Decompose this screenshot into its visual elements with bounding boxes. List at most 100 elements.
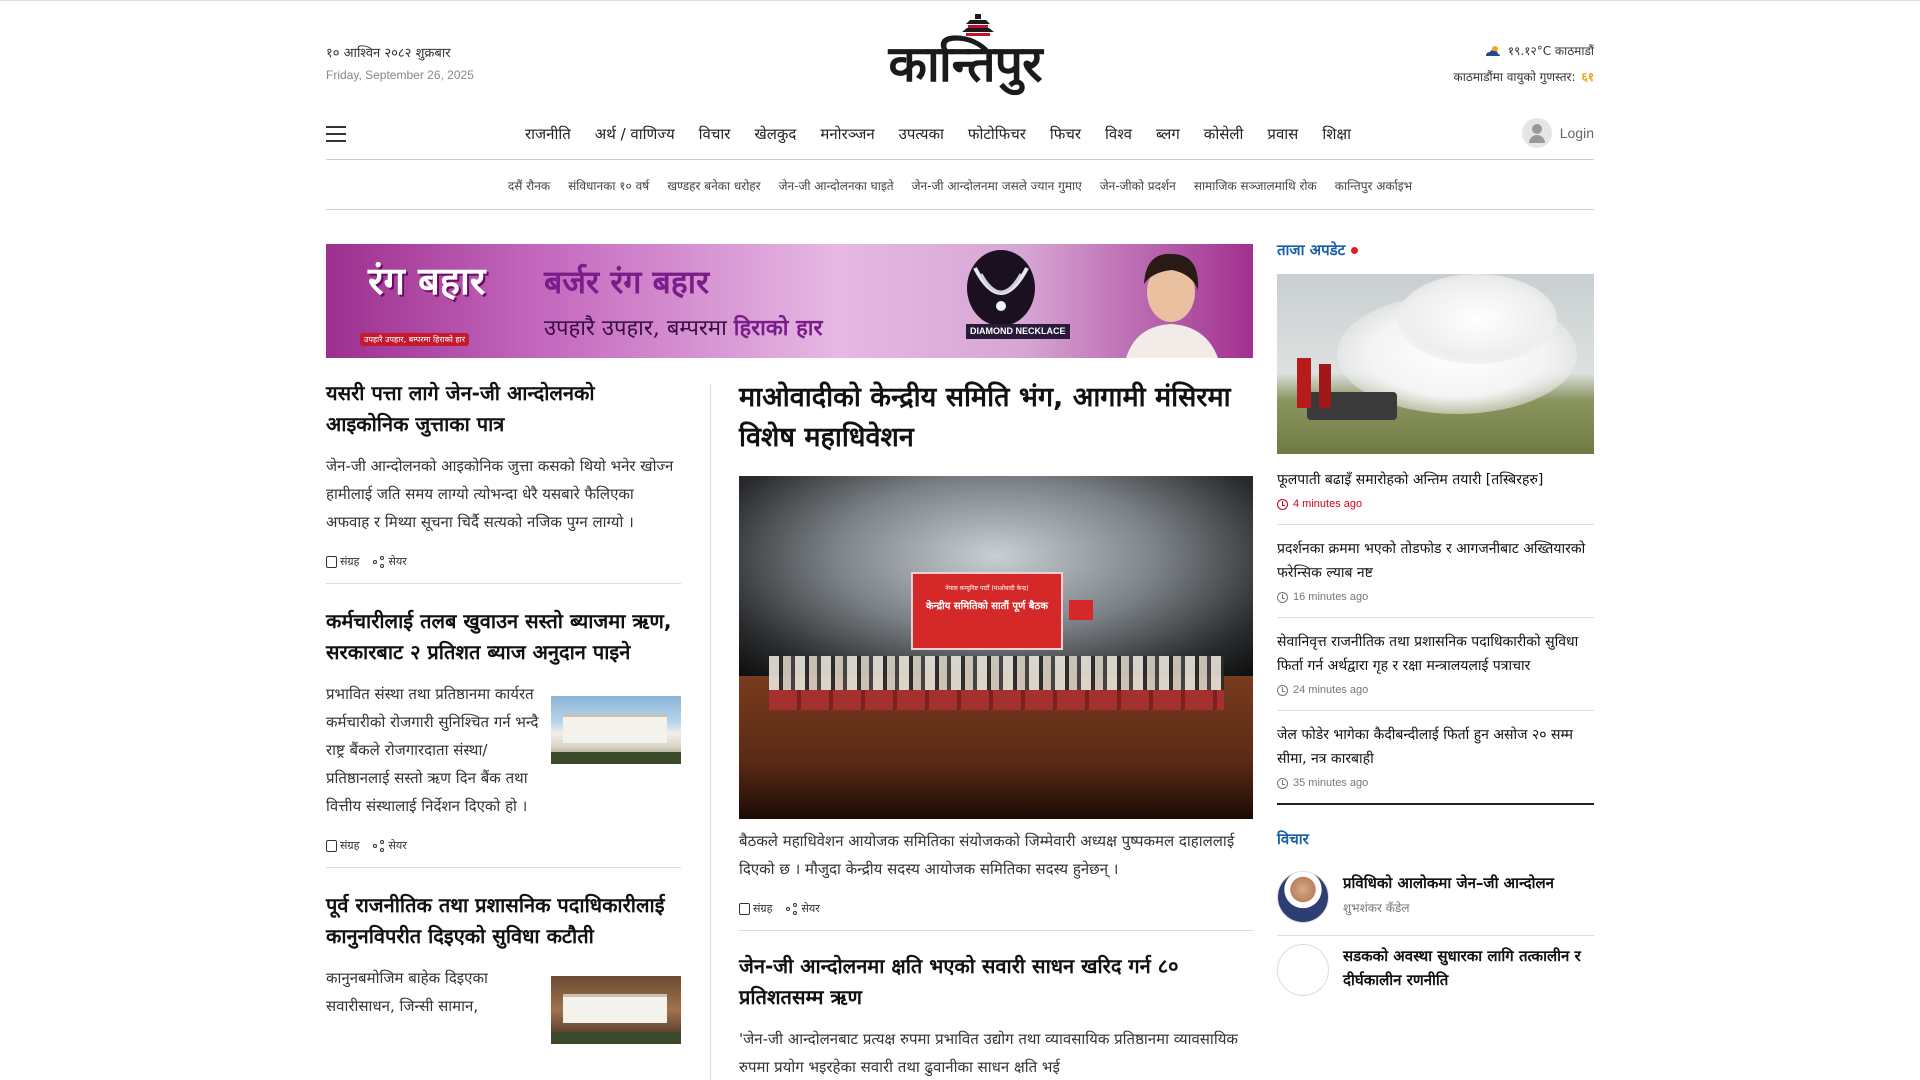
ad-logo-text: रंग बहार [368, 258, 486, 303]
smoke-cloud [1397, 274, 1557, 364]
latest-item-time: 4 minutes ago [1277, 498, 1594, 510]
latest-item[interactable]: जेल फोडेर भागेका कैदीबन्दीलाई फिर्ता हुन… [1277, 711, 1594, 805]
share-label: सेयर [801, 902, 820, 915]
trending-item[interactable]: सामाजिक सञ्जालमाथि रोक [1194, 177, 1317, 194]
lead-summary: बैठकले महाधिवेशन आयोजक समितिका संयोजकको … [739, 832, 1235, 878]
save-button[interactable]: संग्रह [739, 901, 772, 916]
save-button[interactable]: संग्रह [326, 838, 359, 853]
nav-items: राजनीति अर्थ / वाणिज्य विचार खेलकुद मनोर… [513, 124, 1363, 144]
nav-item-world[interactable]: विश्व [1093, 124, 1144, 144]
save-button[interactable]: संग्रह [326, 554, 359, 569]
opinion-title: विचार [1277, 830, 1309, 848]
trending-item[interactable]: दसैं रौनक [508, 177, 550, 194]
opinion-item-title[interactable]: प्रविधिको आलोकमा जेन–जी आन्दोलन [1343, 871, 1554, 895]
nav-item-blog[interactable]: ब्लग [1144, 124, 1192, 144]
nav-item-entertainment[interactable]: मनोरञ्जन [808, 124, 886, 144]
lead-story[interactable]: माओवादीको केन्द्रीय समिति भंग, आगामी मंस… [739, 378, 1253, 931]
center-column: माओवादीको केन्द्रीय समिति भंग, आगामी मंस… [739, 378, 1253, 1080]
latest-item-title[interactable]: फूलपाती बढाइँ समारोहको अन्तिम तयारी [तस्… [1277, 468, 1594, 492]
latest-item-title[interactable]: जेल फोडेर भागेका कैदीबन्दीलाई फिर्ता हुन… [1277, 723, 1594, 771]
nav-item-business[interactable]: अर्थ / वाणिज्य [583, 124, 687, 144]
latest-item[interactable]: प्रदर्शनका क्रममा भएको तोडफोड र आगजनीबाट… [1277, 525, 1594, 618]
ad-logo: रंग बहार उपहारै उपहार, बम्परमा हिराको हा… [360, 250, 490, 350]
share-button[interactable]: सेयर [373, 554, 407, 569]
opinion-item-title[interactable]: सडकको अवस्था सुधारका लागि तत्कालीन र दीर… [1343, 944, 1594, 992]
story-card[interactable]: पूर्व राजनीतिक तथा प्रशासनिक पदाधिकारीला… [326, 890, 681, 1058]
latest-item[interactable]: सेवानिवृत्त राजनीतिक तथा प्रशासनिक पदाधि… [1277, 618, 1594, 711]
site-header: १० आश्विन २०८२ शुक्रबार Friday, Septembe… [326, 0, 1594, 100]
author-avatar [1277, 871, 1329, 923]
weather-widget[interactable]: १९.१२°C काठमाडौं [1484, 42, 1594, 59]
menu-icon[interactable] [326, 126, 346, 142]
nav-item-feature[interactable]: फिचर [1038, 124, 1093, 144]
story-title[interactable]: जेन-जी आन्दोलनमा क्षति भएको सवारी साधन ख… [739, 951, 1253, 1013]
nav-item-politics[interactable]: राजनीति [513, 124, 583, 144]
clock-icon [1277, 777, 1288, 789]
nav-item-diaspora[interactable]: प्रवास [1255, 124, 1310, 144]
nav-item-sports[interactable]: खेलकुद [742, 124, 808, 144]
story-thumbnail[interactable] [551, 976, 681, 1044]
story-title[interactable]: कर्मचारीलाई तलब खुवाउन सस्तो ब्याजमा ऋण,… [326, 606, 681, 668]
save-label: संग्रह [753, 902, 773, 915]
story-title[interactable]: यसरी पत्ता लागे जेन-जी आन्दोलनको आइकोनिक… [326, 378, 681, 440]
bookmark-icon [739, 902, 750, 915]
ad-banner[interactable]: रंग बहार उपहारै उपहार, बम्परमा हिराको हा… [326, 244, 1253, 358]
opinion-author[interactable]: शुभशंकर कँडेल [1343, 899, 1554, 916]
weather-text: १९.१२°C काठमाडौं [1507, 44, 1594, 58]
login-button[interactable]: Login [1521, 118, 1594, 148]
story-body: प्रभावित संस्था तथा प्रतिष्ठानमा कार्यरत… [326, 680, 681, 820]
trending-item[interactable]: जेन-जी आन्दोलनमा जसले ज्यान गुमाए [912, 177, 1082, 194]
opinion-item[interactable]: प्रविधिको आलोकमा जेन–जी आन्दोलन शुभशंकर … [1277, 863, 1594, 936]
site-logo[interactable]: कान्तिपुर [850, 14, 1080, 93]
latest-item-time: 16 minutes ago [1277, 591, 1594, 603]
latest-feature-image[interactable] [1277, 274, 1594, 454]
story-card[interactable]: कर्मचारीलाई तलब खुवाउन सस्तो ब्याजमा ऋण,… [326, 606, 681, 868]
story-actions: संग्रह सेयर [739, 901, 1253, 916]
trending-item[interactable]: जेन-जीको प्रदर्शन [1100, 177, 1176, 194]
save-label: संग्रह [340, 839, 360, 852]
banner-line1: नेपाल कम्युनिष्ट पार्टी (माओवादी केन्द्र… [945, 585, 1029, 592]
story-card[interactable]: जेन-जी आन्दोलनमा क्षति भएको सवारी साधन ख… [739, 951, 1253, 1080]
column-divider [710, 384, 711, 1080]
latest-item-title[interactable]: सेवानिवृत्त राजनीतिक तथा प्रशासनिक पदाधि… [1277, 630, 1594, 678]
time-text: 16 minutes ago [1293, 591, 1369, 603]
nav-item-koseli[interactable]: कोसेली [1192, 124, 1256, 144]
nav-item-photofeature[interactable]: फोटोफिचर [956, 124, 1038, 144]
nav-item-valley[interactable]: उपत्यका [887, 124, 956, 144]
story-summary: प्रभावित संस्था तथा प्रतिष्ठानमा कार्यरत… [326, 685, 539, 815]
date-nepali: १० आश्विन २०८२ शुक्रबार [326, 46, 451, 61]
opinion-heading[interactable]: विचार [1277, 829, 1594, 849]
share-button[interactable]: सेयर [373, 838, 407, 853]
opinion-item[interactable]: सडकको अवस्था सुधारका लागि तत्कालीन र दीर… [1277, 936, 1594, 1008]
nav-item-opinion[interactable]: विचार [687, 124, 743, 144]
ad-logo-sub: उपहारै उपहार, बम्परमा हिराको हार [360, 333, 470, 346]
clock-icon [1277, 498, 1288, 510]
latest-item-title[interactable]: प्रदर्शनका क्रममा भएको तोडफोड र आगजनीबाट… [1277, 537, 1594, 585]
stage-seats [769, 690, 1224, 710]
logo-wordmark: कान्तिपुर [888, 34, 1042, 93]
stage-banner: नेपाल कम्युनिष्ट पार्टी (माओवादी केन्द्र… [911, 572, 1063, 650]
lead-image[interactable]: नेपाल कम्युनिष्ट पार्टी (माओवादी केन्द्र… [739, 476, 1253, 819]
trending-item[interactable]: जेन-जी आन्दोलनका घाइते [779, 177, 894, 194]
ad-subtitle: उपहारै उपहार, बम्परमा हिराको हार [544, 312, 822, 342]
aq-value: ६१ [1581, 70, 1594, 84]
trending-item[interactable]: कान्तिपुर अर्काइभ [1335, 177, 1412, 194]
share-button[interactable]: सेयर [786, 901, 820, 916]
story-card[interactable]: यसरी पत्ता लागे जेन-जी आन्दोलनको आइकोनिक… [326, 378, 681, 584]
story-thumbnail[interactable] [551, 696, 681, 764]
bookmark-icon [326, 839, 337, 852]
story-title[interactable]: पूर्व राजनीतिक तथा प्रशासनिक पदाधिकारीला… [326, 890, 681, 952]
trending-item[interactable]: खण्डहर बनेका धरोहर [667, 177, 760, 194]
lead-title[interactable]: माओवादीको केन्द्रीय समिति भंग, आगामी मंस… [739, 378, 1253, 458]
nav-item-education[interactable]: शिक्षा [1310, 124, 1363, 144]
time-text: 4 minutes ago [1293, 498, 1363, 510]
bookmark-icon [326, 555, 337, 568]
trending-item[interactable]: संविधानका १० वर्ष [568, 177, 649, 194]
air-quality[interactable]: काठमाडौंमा वायुको गुणस्तर: ६१ [1454, 68, 1594, 85]
latest-item[interactable]: फूलपाती बढाइँ समारोहको अन्तिम तयारी [तस्… [1277, 454, 1594, 525]
story-actions: संग्रह सेयर [326, 554, 681, 569]
clock-icon [1277, 684, 1288, 696]
right-column: ताजा अपडेट फूलपाती बढाइँ समारोहको अन्तिम… [1277, 240, 1594, 1008]
ad-model-image [1126, 253, 1218, 358]
latest-heading[interactable]: ताजा अपडेट [1277, 240, 1594, 260]
